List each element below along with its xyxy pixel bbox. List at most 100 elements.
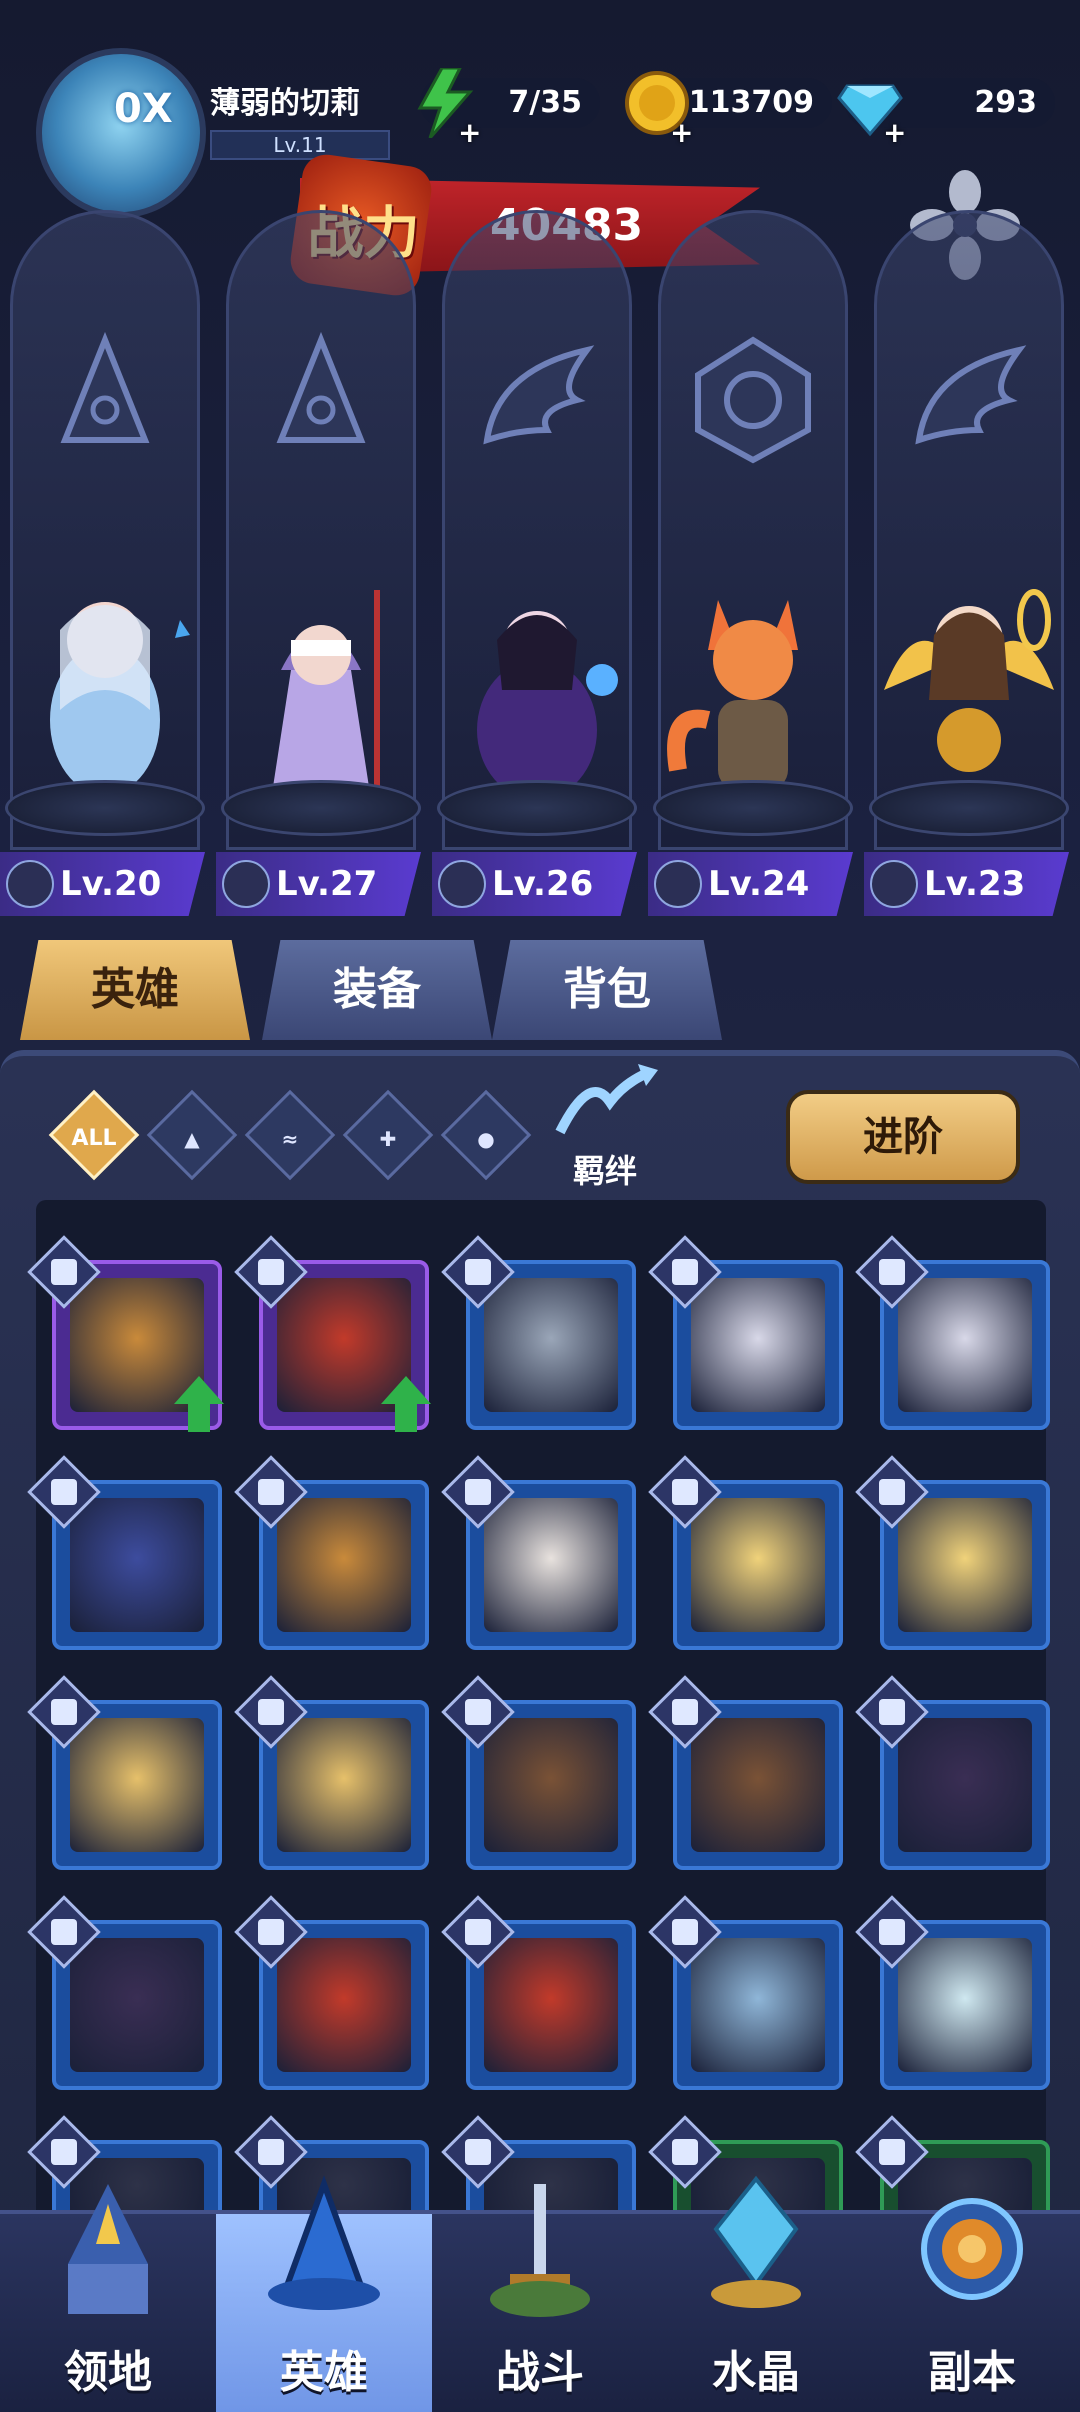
hero-portrait [898, 1278, 1032, 1412]
class-wing-icon [870, 860, 918, 908]
energy-counter[interactable]: + 7/35 [417, 68, 600, 149]
energy-plus[interactable]: + [458, 108, 481, 158]
filter-tool[interactable]: ✚ [342, 1089, 434, 1181]
hero-card[interactable] [855, 1455, 1050, 1650]
hero-portrait [277, 1278, 411, 1412]
hero-portrait [277, 1498, 411, 1632]
hero-portrait [484, 1938, 618, 2072]
bottom-nav: 领地 英雄 战斗 水晶 副本 [0, 2175, 1080, 2412]
nav-crystal-label: 水晶 [712, 2347, 800, 2398]
pedestal [5, 780, 205, 836]
pedestal [437, 780, 637, 836]
class-wing-icon [438, 860, 486, 908]
hero-level-tag: Lv.24 [648, 852, 853, 916]
hero-level-tag: Lv.26 [432, 852, 637, 916]
hero-card[interactable] [648, 1455, 843, 1650]
hero-portrait [898, 1938, 1032, 2072]
hero-card[interactable] [234, 1895, 429, 2090]
nav-territory[interactable]: 领地 [0, 2184, 216, 2412]
bond-label: 羁绊 [572, 1152, 637, 1190]
hero-portrait [691, 1498, 825, 1632]
hero-level-tag: Lv.20 [0, 852, 205, 916]
hero-card[interactable] [855, 1235, 1050, 1430]
filter-all[interactable]: ALL [48, 1089, 140, 1181]
hero-portrait [70, 1278, 204, 1412]
hero-card[interactable] [441, 1895, 636, 2090]
nav-dungeon-label: 副本 [928, 2347, 1016, 2398]
hero-hat-icon [268, 2175, 380, 2310]
hero-level: Lv.27 [276, 864, 378, 904]
nav-dungeon[interactable]: 副本 [864, 2198, 1080, 2412]
player-name: 薄弱的切莉 [210, 86, 360, 121]
filter-wing[interactable]: ≈ [244, 1089, 336, 1181]
wing-icon: ≈ [281, 1127, 299, 1152]
filter-beast[interactable]: ● [440, 1089, 532, 1181]
castle-icon [68, 2184, 148, 2314]
class-hat-icon [6, 860, 54, 908]
hero-portrait [277, 1938, 411, 2072]
wing-icon [483, 345, 595, 445]
hero-nun[interactable] [226, 570, 416, 810]
hero-card[interactable] [648, 1895, 843, 2090]
hero-portrait [691, 1718, 825, 1852]
hero-card[interactable] [27, 1675, 222, 1870]
gem-counter[interactable]: + 293 [837, 78, 1055, 149]
gem-plus[interactable]: + [883, 108, 906, 158]
hero-level-tag: Lv.27 [216, 852, 421, 916]
hero-portrait [484, 1718, 618, 1852]
crystal-icon [711, 2175, 801, 2308]
hero-portrait [70, 1498, 204, 1632]
hero-angel[interactable] [874, 570, 1064, 810]
hero-portrait [898, 1498, 1032, 1632]
nav-crystal[interactable]: 水晶 [648, 2175, 864, 2412]
pedestal [221, 780, 421, 836]
hero-level: Lv.20 [60, 864, 162, 904]
player-info: 薄弱的切莉 Lv.11 [210, 78, 400, 160]
hero-card[interactable] [648, 1235, 843, 1430]
tab-backpack[interactable]: 背包 [492, 940, 722, 1040]
sword-icon [490, 2184, 590, 2317]
hero-card[interactable] [441, 1455, 636, 1650]
nav-battle[interactable]: 战斗 [432, 2184, 648, 2412]
class-beast-icon [654, 860, 702, 908]
hero-level-tag: Lv.23 [864, 852, 1069, 916]
hero-card[interactable] [648, 1675, 843, 1870]
hat-icon: ▲ [184, 1127, 200, 1152]
hero-fox-warrior[interactable] [658, 570, 848, 810]
hero-card[interactable] [234, 1455, 429, 1650]
hero-ice-mage[interactable] [10, 570, 200, 810]
hero-level: Lv.24 [708, 864, 810, 904]
hero-card-grid [27, 1200, 1050, 2290]
speed-badge[interactable]: 0X [114, 86, 173, 132]
wrench-icon: ✚ [379, 1127, 397, 1152]
gold-counter[interactable]: + 113709 [625, 71, 832, 149]
player-avatar[interactable]: 0X [36, 48, 206, 218]
hero-dark-sorceress[interactable] [442, 570, 632, 810]
hero-card[interactable] [855, 1895, 1050, 2090]
hero-card[interactable] [27, 1235, 224, 1432]
hero-portrait [484, 1278, 618, 1412]
nav-heroes[interactable]: 英雄 [216, 2175, 432, 2412]
tab-heroes[interactable]: 英雄 [20, 940, 250, 1040]
beast-icon [695, 336, 811, 464]
pedestal [653, 780, 853, 836]
hero-card[interactable] [855, 1675, 1050, 1870]
player-level: Lv.11 [210, 130, 390, 160]
hat-icon [60, 331, 150, 443]
hero-card[interactable] [27, 1895, 222, 2090]
hero-card[interactable] [441, 1675, 636, 1870]
hero-card[interactable] [234, 1235, 431, 1432]
hero-portrait [691, 1938, 825, 2072]
nav-territory-label: 领地 [64, 2347, 152, 2398]
hero-card[interactable] [441, 1235, 636, 1430]
hero-card[interactable] [234, 1675, 429, 1870]
bond-button[interactable]: 羁绊 [520, 1062, 690, 1192]
filter-mage[interactable]: ▲ [146, 1089, 238, 1181]
hero-card[interactable] [27, 1455, 222, 1650]
portal-icon [921, 2198, 1023, 2300]
pedestal [869, 780, 1069, 836]
tab-equipment[interactable]: 装备 [262, 940, 492, 1040]
gem-value: 293 [974, 85, 1037, 120]
nav-battle-label: 战斗 [496, 2347, 584, 2398]
advance-button[interactable]: 进阶 [786, 1090, 1020, 1184]
